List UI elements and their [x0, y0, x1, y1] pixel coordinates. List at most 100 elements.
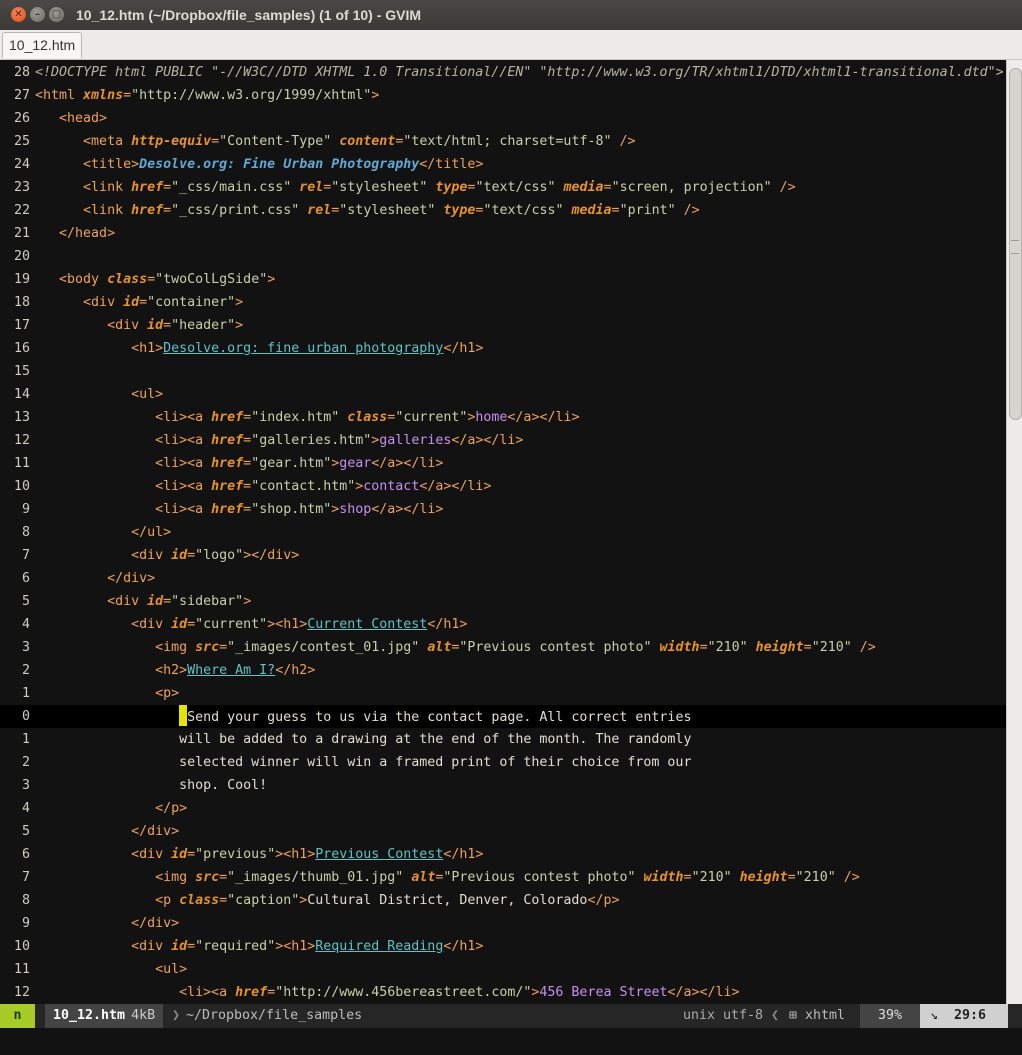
token: ><h1>	[275, 939, 316, 954]
token: "210"	[691, 870, 732, 885]
code-line[interactable]: 11 <ul>	[0, 958, 1006, 981]
code-line[interactable]: 24 <title>Desolve.org: Fine Urban Photog…	[0, 153, 1006, 176]
code-line[interactable]: 7 <div id="logo"></div>	[0, 544, 1006, 567]
status-filetype: ⊞ xhtml	[789, 1004, 845, 1028]
code-line[interactable]: 22 <link href="_css/print.css" rel="styl…	[0, 199, 1006, 222]
code-line[interactable]: 4 </p>	[0, 797, 1006, 820]
code-line[interactable]: 6 </div>	[0, 567, 1006, 590]
code-line[interactable]: 19 <body class="twoColLgSide">	[0, 268, 1006, 291]
line-text: selected winner will win a framed print …	[35, 751, 691, 774]
line-text: Send your guess to us via the contact pa…	[35, 705, 691, 729]
token: "text/css"	[483, 203, 564, 218]
token: =	[187, 847, 196, 862]
command-line[interactable]	[0, 1028, 1022, 1055]
current-line[interactable]: 0 Send your guess to us via the contact …	[0, 705, 1006, 728]
token: src	[195, 640, 220, 655]
code-line[interactable]: 5 </div>	[0, 820, 1006, 843]
token: alt	[427, 640, 452, 655]
line-number: 26	[13, 111, 30, 126]
line-text: <ul>	[35, 958, 187, 981]
code-line[interactable]: 5 <div id="sidebar">	[0, 590, 1006, 613]
title-bar: ✕ – □ 10_12.htm (~/Dropbox/file_samples)…	[0, 0, 1022, 30]
code-line[interactable]: 7 <img src="_images/thumb_01.jpg" alt="P…	[0, 866, 1006, 889]
line-text: <p class="caption">Cultural District, De…	[35, 889, 619, 912]
token: alt	[411, 870, 436, 885]
token: "210"	[811, 640, 852, 655]
code-line[interactable]: 10 <div id="required"><h1>Required Readi…	[0, 935, 1006, 958]
token: </h1>	[443, 939, 484, 954]
line-text: <li><a href="gear.htm">gear</a></li>	[35, 452, 443, 475]
line-text: <img src="_images/contest_01.jpg" alt="P…	[35, 636, 876, 659]
line-number: 21	[13, 226, 30, 241]
code-line[interactable]: 1 will be added to a drawing at the end …	[0, 728, 1006, 751]
close-window-button[interactable]: ✕	[11, 7, 26, 22]
token: =	[243, 502, 252, 517]
code-line[interactable]: 1 <p>	[0, 682, 1006, 705]
code-line[interactable]: 2 selected winner will win a framed prin…	[0, 751, 1006, 774]
code-line[interactable]: 10 <li><a href="contact.htm">contact</a>…	[0, 475, 1006, 498]
code-line[interactable]: 13 <li><a href="index.htm" class="curren…	[0, 406, 1006, 429]
code-line[interactable]: 21 </head>	[0, 222, 1006, 245]
code-line[interactable]: 12 <li><a href="http://www.456bereastree…	[0, 981, 1006, 1004]
code-line[interactable]: 3 <img src="_images/contest_01.jpg" alt=…	[0, 636, 1006, 659]
vertical-scrollbar[interactable]	[1006, 60, 1022, 1004]
code-line[interactable]: 20	[0, 245, 1006, 268]
minimize-window-button[interactable]: –	[30, 7, 45, 22]
token: rel	[299, 180, 324, 195]
code-line[interactable]: 4 <div id="current"><h1>Current Contest<…	[0, 613, 1006, 636]
token: Desolve.org: fine urban photography	[163, 341, 444, 356]
code-line[interactable]: 15	[0, 360, 1006, 383]
code-line[interactable]: 14 <ul>	[0, 383, 1006, 406]
line-text: <div id="required"><h1>Required Reading<…	[35, 935, 483, 958]
code-line[interactable]: 28 <!DOCTYPE html PUBLIC "-//W3C//DTD XHT…	[0, 61, 1006, 84]
code-line[interactable]: 3 shop. Cool!	[0, 774, 1006, 797]
code-line[interactable]: 8 </ul>	[0, 521, 1006, 544]
line-number: 24	[13, 157, 30, 172]
tab-10-12-htm[interactable]: 10_12.htm	[2, 32, 83, 58]
code-line[interactable]: 11 <li><a href="gear.htm">gear</a></li>	[0, 452, 1006, 475]
token: id	[171, 847, 188, 862]
editor-buffer[interactable]: 28 <!DOCTYPE html PUBLIC "-//W3C//DTD XHT…	[0, 60, 1006, 1004]
code-line[interactable]: 17 <div id="header">	[0, 314, 1006, 337]
token: <li><a	[179, 985, 236, 1000]
code-line[interactable]: 26 <head>	[0, 107, 1006, 130]
token: =	[187, 617, 196, 632]
code-line[interactable]: 23 <link href="_css/main.css" rel="style…	[0, 176, 1006, 199]
code-line[interactable]: 9 <li><a href="shop.htm">shop</a></li>	[0, 498, 1006, 521]
line-text: </p>	[35, 797, 187, 820]
line-number: 4	[21, 617, 30, 632]
code-line[interactable]: 9 </div>	[0, 912, 1006, 935]
token: href	[131, 203, 164, 218]
code-line[interactable]: 6 <div id="previous"><h1>Previous Contes…	[0, 843, 1006, 866]
token: =	[603, 180, 612, 195]
token: "screen, projection"	[611, 180, 772, 195]
token: <li><a	[155, 456, 212, 471]
token: Send your guess to us via the contact pa…	[187, 710, 692, 725]
code-line[interactable]: 16 <h1>Desolve.org: fine urban photograp…	[0, 337, 1006, 360]
code-line[interactable]: 2 <h2>Where Am I?</h2>	[0, 659, 1006, 682]
code-line[interactable]: 27 <html xmlns="http://www.w3.org/1999/xh…	[0, 84, 1006, 107]
maximize-window-button[interactable]: □	[49, 7, 64, 22]
text-cursor	[179, 705, 188, 726]
token: >	[371, 88, 380, 103]
token: =	[211, 134, 220, 149]
token: <link	[83, 203, 132, 218]
token: =	[123, 88, 132, 103]
token: </ul>	[131, 525, 172, 540]
line-text: </div>	[35, 912, 179, 935]
line-number: 0	[21, 709, 30, 724]
code-line[interactable]: 18 <div id="container">	[0, 291, 1006, 314]
line-number: 22	[13, 203, 30, 218]
code-line[interactable]: 12 <li><a href="galleries.htm">galleries…	[0, 429, 1006, 452]
code-line[interactable]: 25 <meta http-equiv="Content-Type" conte…	[0, 130, 1006, 153]
line-number: 10	[13, 479, 30, 494]
code-line[interactable]: 8 <p class="caption">Cultural District, …	[0, 889, 1006, 912]
token: "caption"	[227, 893, 300, 908]
